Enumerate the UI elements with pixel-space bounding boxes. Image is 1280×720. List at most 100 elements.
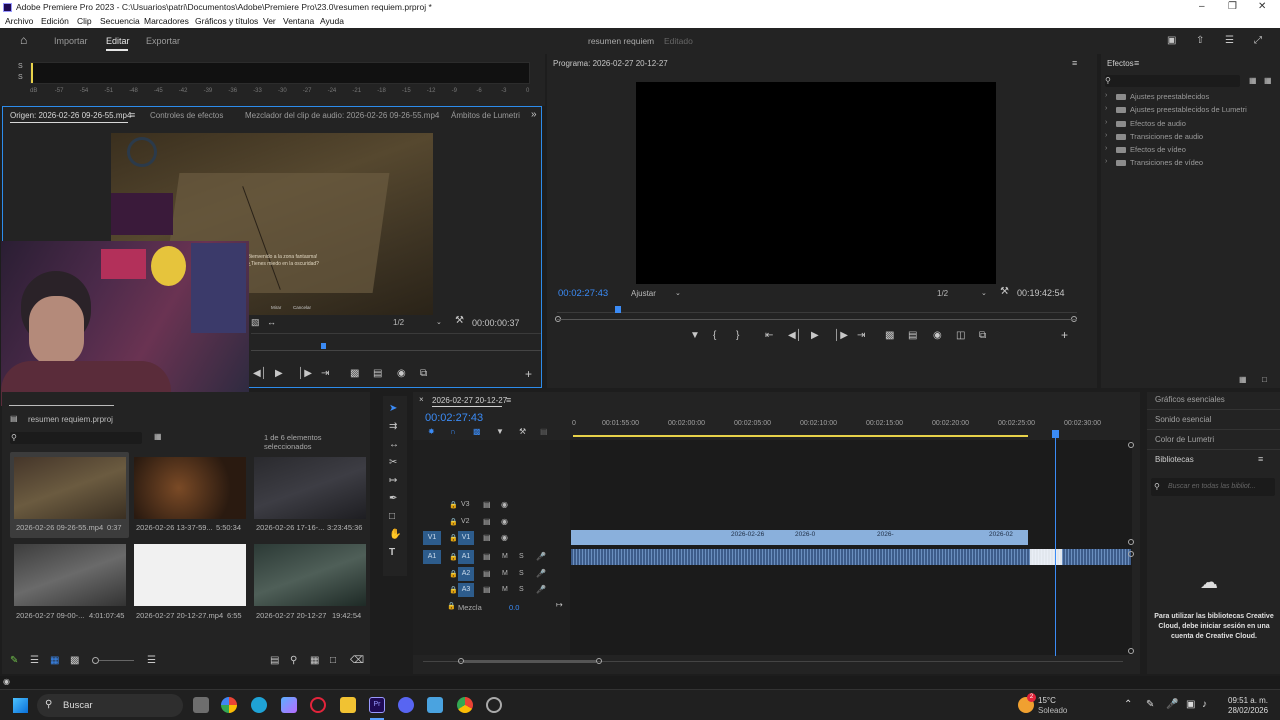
- ripple-edit-tool-icon[interactable]: ↔: [389, 440, 399, 450]
- delete-icon[interactable]: □: [1262, 375, 1267, 385]
- step-back-icon-program[interactable]: ◀│: [788, 331, 802, 341]
- timeline-timecode[interactable]: 00:02:27:43: [425, 412, 483, 424]
- effects-item[interactable]: › Transiciones de vídeo: [1105, 158, 1275, 171]
- mark-out-icon-program[interactable]: }: [736, 331, 739, 341]
- menu-ventana[interactable]: Ventana: [283, 16, 314, 26]
- chrome-icon[interactable]: [221, 697, 237, 713]
- thumb-3[interactable]: [254, 457, 366, 519]
- resolution-dropdown-icon[interactable]: ⌄: [436, 318, 442, 328]
- hscroll-thumb[interactable]: [464, 660, 596, 663]
- go-to-out-icon-program[interactable]: ⇥: [857, 331, 865, 341]
- find-icon[interactable]: ⚲: [290, 656, 297, 666]
- lumetri-color-tab[interactable]: Color de Lumetri: [1155, 435, 1214, 444]
- source-playhead[interactable]: [321, 343, 326, 349]
- solo-button[interactable]: S: [519, 586, 524, 593]
- clock-time[interactable]: 09:51 a. m.: [1228, 696, 1268, 705]
- mark-in-icon[interactable]: ▧: [251, 317, 260, 327]
- tab-lumetri-scopes[interactable]: Ámbitos de Lumetri: [451, 111, 520, 120]
- windows-start-icon[interactable]: [13, 698, 28, 713]
- premiere-taskbar-icon[interactable]: Pr: [369, 697, 385, 713]
- mute-button[interactable]: M: [502, 570, 508, 577]
- sequence-tab[interactable]: 2026-02-27 20-12-27: [432, 396, 507, 405]
- sort-icon[interactable]: ☰: [147, 656, 156, 666]
- tab-menu-icon[interactable]: ≡: [130, 110, 135, 120]
- camera-icon[interactable]: ◉: [397, 369, 406, 379]
- captions-icon[interactable]: ▤: [540, 427, 548, 437]
- source-patch-v1[interactable]: V1: [423, 531, 441, 545]
- lock-icon[interactable]: 🔒: [449, 518, 458, 526]
- obs-icon[interactable]: [486, 697, 502, 713]
- mix-jump-icon[interactable]: ↦: [556, 600, 563, 610]
- menu-clip[interactable]: Clip: [77, 16, 92, 26]
- effects-item[interactable]: › Transiciones de audio: [1105, 132, 1275, 145]
- program-playhead[interactable]: [615, 306, 621, 313]
- sequence-menu-icon[interactable]: ≡: [506, 395, 511, 405]
- program-menu-icon[interactable]: ≡: [1072, 58, 1077, 68]
- libraries-tab[interactable]: Bibliotecas: [1155, 455, 1194, 464]
- lift-icon[interactable]: ▩: [885, 331, 894, 341]
- effects-menu-icon[interactable]: ≡: [1134, 58, 1139, 68]
- icon-view-icon[interactable]: ▦: [50, 656, 59, 666]
- task-view-icon[interactable]: [193, 697, 209, 713]
- mic-icon[interactable]: 🎤: [536, 569, 546, 578]
- vscroll-handle-top[interactable]: [1128, 442, 1134, 448]
- opera-icon[interactable]: [310, 697, 326, 713]
- step-forward-icon[interactable]: │▶: [298, 369, 312, 379]
- program-timecode[interactable]: 00:02:27:43: [558, 288, 608, 299]
- close-sequence-icon[interactable]: ×: [419, 395, 424, 405]
- zoom-slider[interactable]: [99, 660, 134, 661]
- new-bin-icon[interactable]: ▦: [1239, 375, 1247, 385]
- mute-button[interactable]: M: [502, 586, 508, 593]
- track-select-tool-icon[interactable]: ⇉: [389, 422, 397, 432]
- overwrite-icon[interactable]: ▤: [373, 369, 382, 379]
- add-button-program-icon[interactable]: +: [1061, 329, 1068, 341]
- go-to-in-icon[interactable]: ⇤: [765, 331, 773, 341]
- source-resolution[interactable]: 1/2: [393, 318, 404, 327]
- pen-icon[interactable]: ✎: [1146, 700, 1154, 710]
- program-resolution-dropdown-icon[interactable]: ⌄: [981, 289, 987, 299]
- play-icon-program[interactable]: ▶: [811, 331, 819, 341]
- lock-icon[interactable]: 🔒: [449, 570, 458, 578]
- list-view-icon[interactable]: ☰: [30, 656, 39, 666]
- effects-item[interactable]: › Ajustes preestablecidos de Lumetri: [1105, 105, 1275, 118]
- tab-editar[interactable]: Editar: [106, 36, 130, 46]
- sync-lock-icon[interactable]: ▤: [483, 569, 491, 578]
- more-tabs-icon[interactable]: »: [531, 110, 537, 120]
- mic-icon[interactable]: 🎤: [536, 552, 546, 561]
- lock-icon[interactable]: 🔒: [449, 553, 458, 561]
- effects-item[interactable]: › Efectos de vídeo: [1105, 145, 1275, 158]
- network-icon[interactable]: ▣: [1186, 700, 1195, 710]
- extract-icon[interactable]: ▤: [908, 331, 917, 341]
- file-explorer-icon[interactable]: [340, 697, 356, 713]
- essential-sound-tab[interactable]: Sonido esencial: [1155, 415, 1211, 424]
- vscroll-handle-bottom[interactable]: [1128, 648, 1134, 654]
- pencil-icon[interactable]: ✎: [10, 656, 18, 666]
- tab-effect-controls[interactable]: Controles de efectos: [150, 111, 223, 120]
- linked-selection-icon[interactable]: ▩: [473, 427, 481, 437]
- accelerated-effects-icon[interactable]: ▦: [1249, 76, 1257, 86]
- selected-audio-segment[interactable]: [1030, 549, 1062, 565]
- effects-item[interactable]: › Ajustes preestablecidos: [1105, 92, 1275, 105]
- thumb-6[interactable]: [254, 544, 366, 606]
- slip-tool-icon[interactable]: ↦: [389, 476, 397, 486]
- tab-exportar[interactable]: Exportar: [146, 36, 180, 46]
- sync-lock-icon[interactable]: ▤: [483, 533, 491, 542]
- track-a2-label[interactable]: A2: [458, 567, 474, 581]
- work-area-bar[interactable]: [573, 435, 1028, 437]
- snap-icon[interactable]: ∩: [450, 427, 456, 437]
- eye-icon[interactable]: ◉: [501, 500, 508, 509]
- nest-icon[interactable]: ✸: [428, 427, 435, 437]
- eye-icon[interactable]: ◉: [501, 533, 508, 542]
- clock-date[interactable]: 28/02/2026: [1228, 706, 1268, 715]
- go-to-out-icon[interactable]: ⇥: [321, 369, 329, 379]
- new-bin-folder-icon[interactable]: ▦: [154, 432, 162, 442]
- share-icon[interactable]: ⇧: [1196, 36, 1204, 46]
- lock-icon[interactable]: 🔒: [449, 501, 458, 509]
- freeform-view-icon[interactable]: ▩: [70, 656, 79, 666]
- effects-search-input[interactable]: [1105, 75, 1240, 87]
- compare-icon[interactable]: ⧉: [420, 369, 427, 379]
- discord-icon[interactable]: [398, 697, 414, 713]
- close-icon[interactable]: ✕: [1258, 1, 1266, 12]
- source-scrub-bar[interactable]: [251, 333, 541, 334]
- mic-icon[interactable]: 🎤: [536, 585, 546, 594]
